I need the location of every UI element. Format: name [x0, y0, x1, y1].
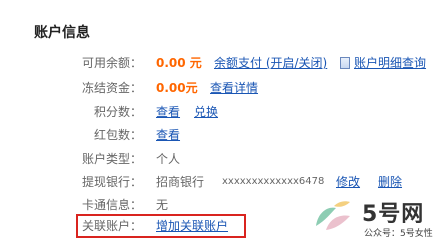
- card-info-value: 无: [156, 198, 169, 212]
- account-type-row: 账户类型： 个人: [0, 150, 445, 168]
- balance-payment-toggle-link[interactable]: 余额支付 (开启/关闭): [214, 54, 327, 72]
- frozen-details-link[interactable]: 查看详情: [210, 79, 258, 97]
- points-row: 积分数： 查看 兑换: [0, 103, 445, 121]
- watermark-brand: 5号网: [362, 202, 425, 227]
- available-balance-amount: 0.00 元: [156, 56, 202, 70]
- redpack-view-link[interactable]: 查看: [156, 126, 180, 144]
- frozen-funds-label: 冻结资金：: [81, 81, 142, 95]
- withdraw-bank-row: 提现银行： 招商银行 xxxxxxxxxxxxx6478 修改 删除: [0, 173, 445, 191]
- watermark-logo: 5号网 公众号：5号女性: [312, 196, 442, 242]
- edit-bank-link[interactable]: 修改: [336, 173, 360, 191]
- delete-bank-link[interactable]: 删除: [378, 173, 402, 191]
- leaf-logo-icon: [316, 201, 350, 230]
- bank-card-number: xxxxxxxxxxxxx6478: [222, 176, 325, 187]
- redpack-label: 红包数：: [93, 128, 142, 142]
- add-linked-account-link[interactable]: 增加关联账户: [156, 217, 228, 235]
- page-title: 账户信息: [34, 25, 90, 41]
- card-info-label: 卡通信息：: [81, 198, 142, 212]
- available-balance-row: 可用余额： 0.00 元 余额支付 (开启/关闭) 账户明细查询: [0, 54, 445, 72]
- redpack-row: 红包数： 查看: [0, 126, 445, 144]
- withdraw-bank-label: 提现银行：: [81, 175, 142, 189]
- account-type-value: 个人: [156, 152, 181, 166]
- account-type-label: 账户类型：: [81, 152, 142, 166]
- document-icon: [340, 57, 350, 69]
- account-details-link[interactable]: 账户明细查询: [354, 54, 426, 72]
- points-redeem-link[interactable]: 兑换: [194, 103, 218, 121]
- watermark-subtitle: 公众号：5号女性: [364, 229, 433, 239]
- points-view-link[interactable]: 查看: [156, 103, 180, 121]
- points-label: 积分数：: [93, 105, 142, 119]
- available-balance-label: 可用余额：: [81, 56, 142, 70]
- frozen-funds-row: 冻结资金： 0.00元 查看详情: [0, 79, 445, 97]
- bank-name: 招商银行: [156, 175, 205, 189]
- frozen-funds-amount: 0.00元: [156, 81, 198, 95]
- linked-account-label: 关联账户：: [81, 219, 142, 233]
